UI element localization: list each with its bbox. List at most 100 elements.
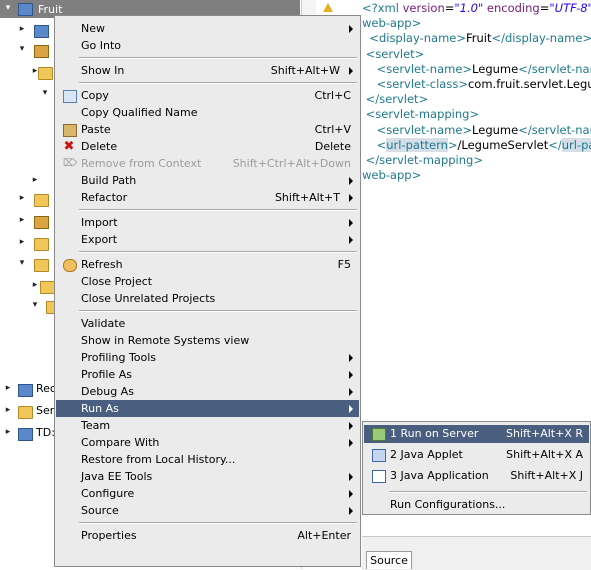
menu-item-label: Build Path	[81, 174, 137, 187]
warning-icon	[323, 3, 333, 12]
menu-item-label: Go Into	[81, 39, 122, 52]
code-line[interactable]: web-app>	[362, 168, 421, 183]
code-line[interactable]: web-app>	[362, 16, 421, 31]
menu-item-close-project[interactable]: Close Project	[56, 273, 359, 290]
menu-item-label: Copy Qualified Name	[81, 106, 198, 119]
menu-item-export[interactable]: Export	[56, 231, 359, 248]
code-token: <?xml	[362, 1, 403, 15]
code-line[interactable]: <servlet-class>com.fruit.servlet.Legum	[362, 77, 591, 92]
code-token: Legume	[472, 122, 519, 137]
menu-item-remove-from-context: ⌦ Remove from Context Shift+Ctrl+Alt+Down	[56, 155, 359, 172]
submenu-arrow-icon	[349, 405, 353, 413]
submenu-item-shortcut: Shift+Alt+X J	[510, 469, 583, 482]
expand-arrow-icon[interactable]: ▸	[3, 405, 13, 415]
java-applet-icon	[372, 449, 386, 462]
menu-item-configure[interactable]: Configure	[56, 485, 359, 502]
menu-item-restore-from-local-history[interactable]: Restore from Local History...	[56, 451, 359, 468]
menu-separator	[79, 522, 357, 524]
menu-item-run-as[interactable]: Run As	[56, 400, 359, 417]
java-resources-icon	[34, 45, 49, 58]
menu-item-team[interactable]: Team	[56, 417, 359, 434]
code-token: <display-name>	[362, 31, 466, 46]
expand-arrow-icon[interactable]: ▸	[30, 280, 40, 290]
code-token: encoding	[483, 1, 540, 15]
code-line[interactable]: </servlet-mapping>	[362, 153, 483, 168]
submenu-arrow-icon	[349, 219, 353, 227]
menu-item-label: Run As	[81, 402, 119, 415]
collapse-arrow-icon[interactable]: ▾	[17, 44, 27, 54]
code-line[interactable]: <servlet-name>Legume</servlet-nam	[362, 62, 591, 77]
code-line[interactable]: <servlet-mapping>	[362, 107, 479, 122]
menu-separator	[389, 491, 587, 493]
expand-arrow-icon[interactable]: ▸	[17, 193, 27, 203]
code-token: <servlet-class>	[362, 77, 468, 91]
highlighted-token: url-pat	[561, 137, 591, 152]
collapse-arrow-icon[interactable]: ▾	[17, 258, 27, 268]
code-token: Legume	[472, 61, 519, 76]
deployment-descriptor-icon	[34, 25, 49, 38]
menu-item-build-path[interactable]: Build Path	[56, 172, 359, 189]
run-as-submenu: 1 Run on Server Shift+Alt+X R 2 Java Apple…	[362, 421, 591, 515]
menu-item-paste[interactable]: Paste Ctrl+V	[56, 121, 359, 138]
menu-item-compare-with[interactable]: Compare With	[56, 434, 359, 451]
menu-item-import[interactable]: Import	[56, 214, 359, 231]
submenu-item-2-java-applet[interactable]: 2 Java Applet Shift+Alt+X A	[364, 446, 589, 464]
menu-item-label: Delete	[81, 140, 118, 153]
menu-item-validate[interactable]: Validate	[56, 315, 359, 332]
tree-item-label[interactable]: Rec	[36, 382, 56, 395]
expand-arrow-icon[interactable]: ▸	[3, 383, 13, 393]
collapse-arrow-icon[interactable]: ▾	[30, 300, 40, 310]
code-line[interactable]: <?xml version="1.0" encoding="UTF-8"?>	[362, 1, 591, 16]
menu-item-profile-as[interactable]: Profile As	[56, 366, 359, 383]
menu-item-debug-as[interactable]: Debug As	[56, 383, 359, 400]
menu-item-go-into[interactable]: Go Into	[56, 37, 359, 54]
code-token: web-app>	[362, 16, 422, 31]
menu-item-shortcut: Delete	[314, 140, 351, 153]
menu-item-copy-qualified-name[interactable]: Copy Qualified Name	[56, 104, 359, 121]
menu-item-java-ee-tools[interactable]: Java EE Tools	[56, 468, 359, 485]
code-line[interactable]: <display-name>Fruit</display-name>	[362, 31, 591, 46]
expand-arrow-icon[interactable]: ▸	[17, 215, 27, 225]
menu-item-shortcut: Alt+Enter	[297, 529, 351, 542]
menu-separator	[79, 310, 357, 312]
menu-item-new[interactable]: New	[56, 20, 359, 37]
submenu-arrow-icon	[349, 507, 353, 515]
expand-arrow-icon[interactable]: ▸	[17, 237, 27, 247]
code-line[interactable]: </servlet>	[362, 92, 429, 107]
menu-item-delete[interactable]: ✖ Delete Delete	[56, 138, 359, 155]
submenu-item-run-configurations[interactable]: Run Configurations...	[364, 496, 589, 514]
expand-arrow-icon[interactable]: ▸	[30, 175, 40, 185]
menu-item-close-unrelated-projects[interactable]: Close Unrelated Projects	[56, 290, 359, 307]
context-menu: New Go Into Show In Shift+Alt+W Copy Ctrl+C Co…	[54, 15, 361, 567]
refresh-icon	[63, 259, 77, 272]
menu-separator	[79, 82, 357, 84]
expand-arrow-icon[interactable]: ▸	[17, 24, 27, 34]
collapse-arrow-icon[interactable]: ▾	[40, 88, 50, 98]
submenu-arrow-icon	[349, 236, 353, 244]
menu-item-shortcut: Shift+Alt+W	[270, 64, 340, 77]
tree-item-label[interactable]: TD:	[36, 426, 55, 439]
code-line[interactable]: <servlet>	[362, 47, 425, 62]
tab-source[interactable]: Source	[366, 551, 412, 569]
submenu-item-3-java-application[interactable]: 3 Java Application Shift+Alt+X J	[364, 467, 589, 485]
code-token: "1.0"	[454, 1, 484, 15]
expand-arrow-icon[interactable]: ▸	[3, 427, 13, 437]
submenu-item-1-run-on-server[interactable]: 1 Run on Server Shift+Alt+X R	[364, 425, 589, 443]
java-application-icon	[372, 470, 386, 483]
menu-item-label: Profiling Tools	[81, 351, 157, 364]
menu-item-label: Properties	[81, 529, 137, 542]
code-token: version	[402, 1, 445, 15]
menu-item-properties[interactable]: Properties Alt+Enter	[56, 527, 359, 544]
collapse-arrow-icon[interactable]: ▾	[3, 3, 13, 13]
code-token: "UTF-8"	[549, 1, 591, 15]
menu-item-refresh[interactable]: Refresh F5	[56, 256, 359, 273]
menu-item-show-in[interactable]: Show In Shift+Alt+W	[56, 62, 359, 79]
tree-item-label[interactable]: Ser	[36, 404, 54, 417]
menu-item-copy[interactable]: Copy Ctrl+C	[56, 87, 359, 104]
menu-item-source[interactable]: Source	[56, 502, 359, 519]
code-line[interactable]: <servlet-name>Legume</servlet-nam	[362, 123, 591, 138]
menu-item-profiling-tools[interactable]: Profiling Tools	[56, 349, 359, 366]
menu-item-show-in-remote-systems-view[interactable]: Show in Remote Systems view	[56, 332, 359, 349]
menu-item-refactor[interactable]: Refactor Shift+Alt+T	[56, 189, 359, 206]
code-line[interactable]: <url-pattern>/LegumeServlet</url-pat	[362, 137, 591, 153]
